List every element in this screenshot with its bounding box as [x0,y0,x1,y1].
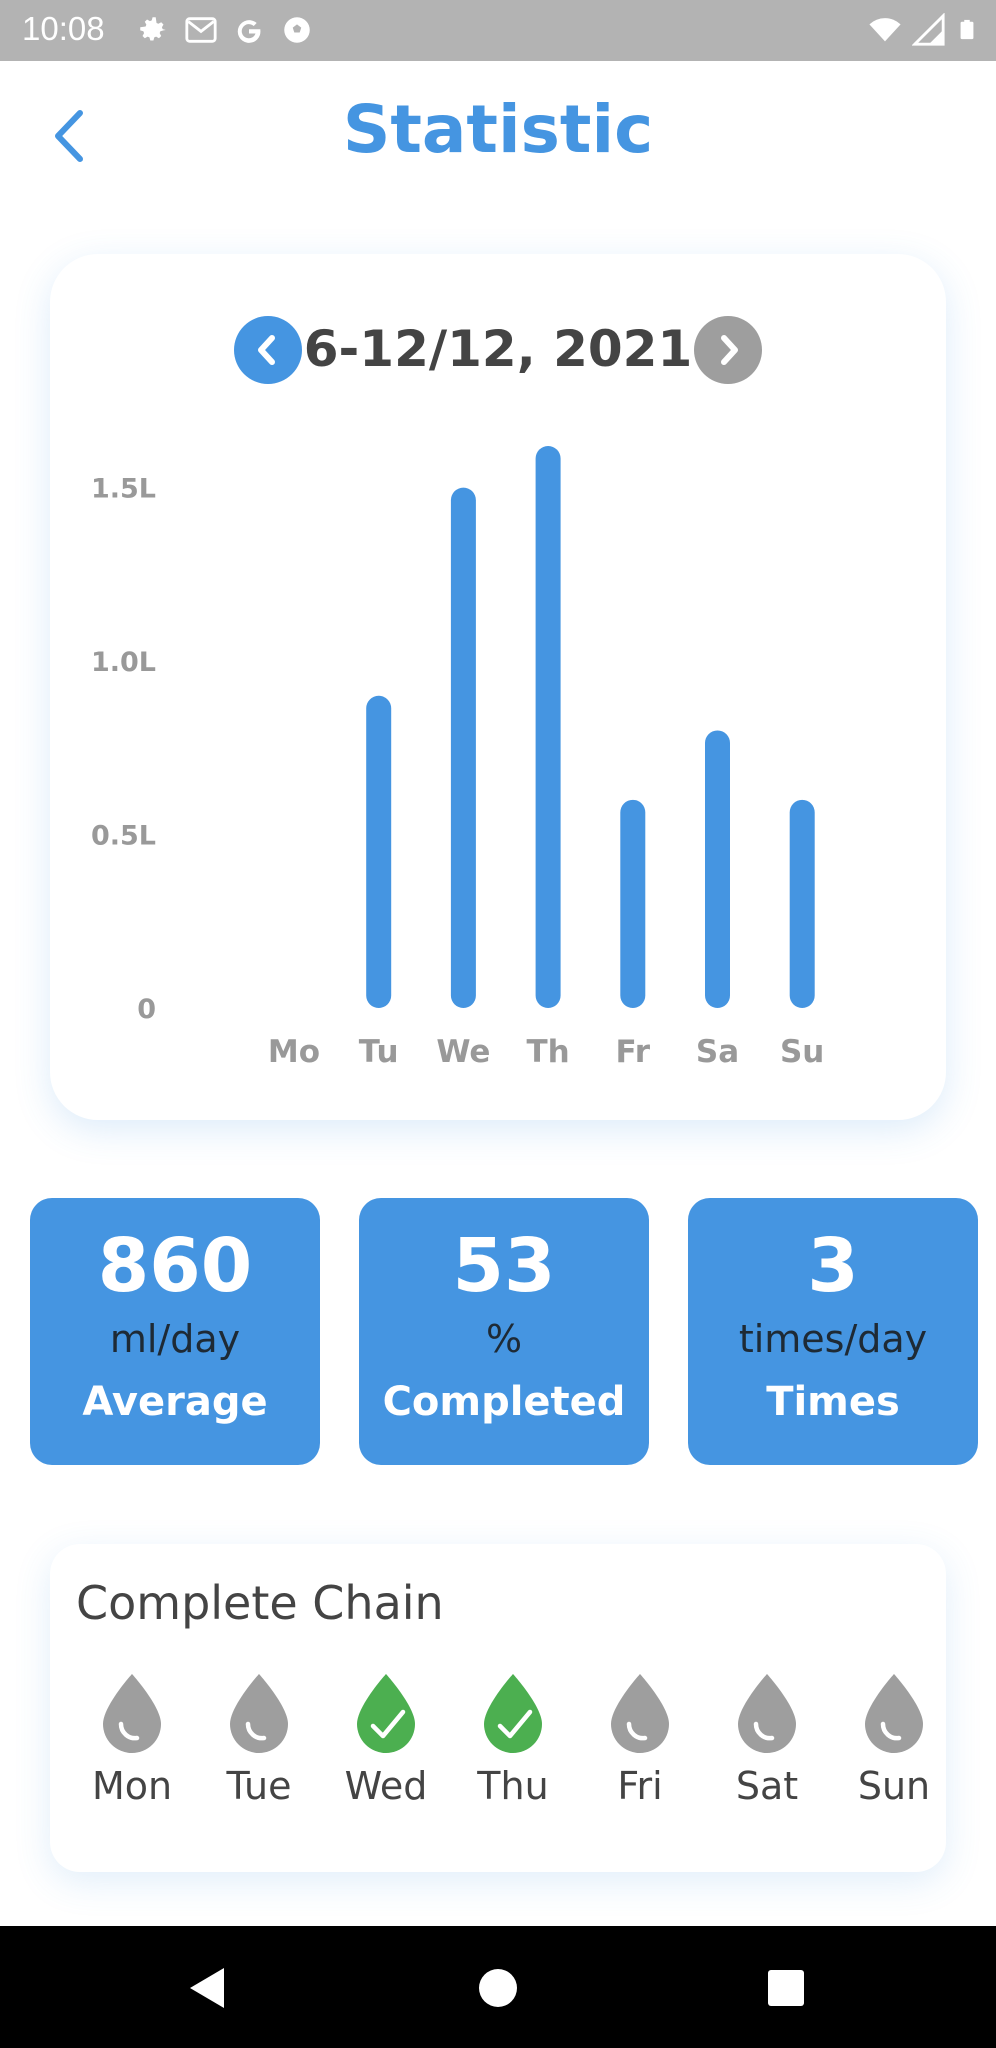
chain-day-mon: Mon [72,1672,192,1808]
chain-day-label: Wed [344,1764,428,1808]
status-icons-left [136,13,314,47]
complete-chain-card: Complete Chain Mon Tue Wed Thu Fri Sat Sun [50,1544,946,1872]
home-circle-icon[interactable] [476,1966,520,2010]
x-tick-label: We [436,1034,490,1070]
bar-sa [705,730,730,1008]
y-tick-label: 0 [137,994,156,1025]
chain-day-label: Tue [226,1764,292,1808]
signal-icon [912,13,945,46]
chain-day-wed: Wed [326,1672,446,1808]
bar-tu [366,695,392,1008]
header: Statistic [0,61,996,201]
water-intake-bar-chart: 0 0.5L 1.0L 1.5L Mo Tu We Th Fr Sa Su [91,446,824,1070]
bar-fr [620,799,646,1008]
water-drop-icon [230,1674,288,1753]
water-drop-check-icon [484,1674,542,1753]
chain-day-label: Mon [91,1764,173,1808]
chain-day-label: Sat [735,1764,799,1808]
system-nav-bar [0,1926,996,2048]
stat-value: 860 [97,1223,253,1309]
water-drop-check-icon [357,1674,415,1753]
water-drop-icon [738,1674,796,1753]
bar-su [789,799,815,1008]
stat-times: 3 times/day Times [688,1198,978,1465]
x-tick-label: Mo [268,1034,320,1070]
chain-title: Complete Chain [76,1576,444,1630]
chain-day-label: Fri [617,1764,663,1808]
y-tick-label: 0.5L [91,821,156,852]
chain-day-thu: Thu [453,1672,573,1808]
stat-unit: times/day [738,1317,928,1361]
stat-label: Average [82,1379,268,1425]
weekly-chart-card: 6-12/12, 2021 0 0.5L 1.0L 1.5L Mo Tu We Th Fr Sa S… [50,254,946,1120]
chain-day-sat: Sat [707,1672,827,1808]
y-tick-label: 1.0L [91,647,156,678]
status-bar: 10:08 [0,0,996,61]
stat-average: 860 ml/day Average [30,1198,320,1465]
x-tick-label: Sa [696,1034,739,1070]
soccer-ball-icon [284,17,310,43]
x-tick-label: Su [780,1034,824,1070]
stat-value: 53 [452,1223,556,1309]
water-drop-icon [103,1674,161,1753]
x-tick-label: Fr [616,1034,651,1070]
battery-icon [960,19,974,40]
stat-completed: 53 % Completed [359,1198,649,1465]
google-icon [237,20,261,43]
status-icons-right [868,13,978,47]
bar-th [535,446,561,1008]
x-tick-label: Th [526,1034,569,1070]
stat-unit: ml/day [109,1317,241,1361]
chain-day-tue: Tue [199,1672,319,1808]
back-triangle-icon[interactable] [186,1966,230,2010]
chain-day-sun: Sun [834,1672,954,1808]
stat-label: Times [766,1379,900,1425]
status-time: 10:08 [22,10,105,47]
bar-we [450,487,476,1008]
wifi-icon [869,18,901,42]
water-drop-icon [865,1674,923,1753]
water-drop-icon [611,1674,669,1753]
stat-label: Completed [382,1379,626,1425]
chain-day-label: Thu [477,1764,549,1808]
settings-icon [140,17,166,41]
gmail-icon [185,17,217,43]
recents-square-icon[interactable] [764,1966,808,2010]
page-title: Statistic [342,91,654,168]
chain-day-label: Sun [857,1764,931,1808]
x-tick-label: Tu [359,1034,399,1070]
y-tick-label: 1.5L [91,474,156,505]
chain-day-fri: Fri [580,1672,700,1808]
stat-unit: % [485,1317,523,1361]
stat-value: 3 [807,1223,859,1309]
